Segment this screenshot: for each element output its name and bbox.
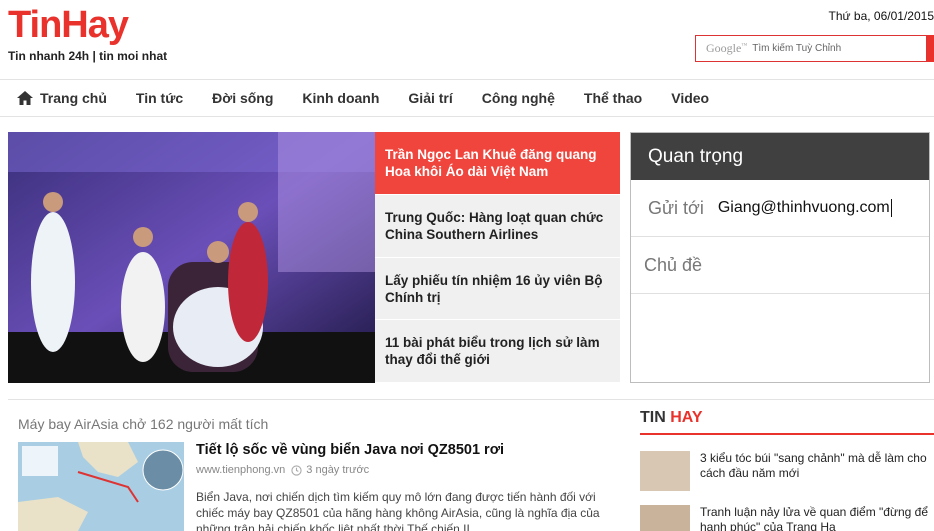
article-thumbnail[interactable] bbox=[18, 442, 184, 531]
list-item[interactable]: Tranh luận nảy lửa về quan điểm "đừng để… bbox=[640, 505, 934, 531]
article-summary: Biển Java, nơi chiến dịch tìm kiếm quy m… bbox=[196, 490, 600, 531]
site-tagline: Tin nhanh 24h | tin moi nhat bbox=[8, 49, 168, 63]
to-label: Gửi tới bbox=[648, 197, 704, 218]
site-logo[interactable]: TinHay bbox=[8, 4, 129, 47]
compose-panel: Quan trọng Gửi tới Giang@thinhvuong.com … bbox=[630, 132, 930, 383]
article-meta: www.tienphong.vn 3 ngày trước bbox=[196, 464, 369, 476]
subject-field[interactable]: Chủ đề bbox=[631, 237, 929, 294]
current-date: Thứ ba, 06/01/2015 bbox=[828, 9, 934, 23]
to-field[interactable]: Gửi tới Giang@thinhvuong.com bbox=[631, 180, 929, 237]
section-divider bbox=[8, 399, 934, 400]
tin-hay-heading: TIN HAY bbox=[640, 409, 934, 435]
featured-item[interactable]: Lấy phiếu tín nhiệm 16 ủy viên Bộ Chính … bbox=[375, 258, 620, 321]
main-nav: Trang chủ Tin tức Đời sống Kinh doanh Gi… bbox=[0, 79, 934, 117]
nav-item-kinh-doanh[interactable]: Kinh doanh bbox=[302, 90, 379, 106]
list-item-title[interactable]: Tranh luận nảy lửa về quan điểm "đừng để… bbox=[700, 505, 934, 531]
featured-list: Trần Ngọc Lan Khuê đăng quang Hoa khôi Á… bbox=[375, 132, 620, 383]
search-button[interactable] bbox=[927, 35, 934, 62]
search-placeholder: Tìm kiếm Tuỳ Chỉnh bbox=[752, 43, 842, 54]
article-time: 3 ngày trước bbox=[306, 464, 370, 476]
article-source: www.tienphong.vn bbox=[196, 464, 286, 476]
nav-item-home[interactable]: Trang chủ bbox=[17, 90, 107, 106]
list-item[interactable]: 3 kiểu tóc búi "sang chảnh" mà dễ làm ch… bbox=[640, 451, 934, 501]
map-image bbox=[18, 442, 184, 531]
google-logo: Google™ bbox=[706, 41, 748, 55]
article-title[interactable]: Tiết lộ sốc về vùng biển Java nơi QZ8501… bbox=[196, 442, 504, 458]
search-input[interactable]: Google™ Tìm kiếm Tuỳ Chỉnh bbox=[695, 35, 927, 62]
person-thumbnail bbox=[640, 505, 690, 531]
featured-item[interactable]: Trần Ngọc Lan Khuê đăng quang Hoa khôi Á… bbox=[375, 132, 620, 195]
nav-item-video[interactable]: Video bbox=[671, 90, 709, 106]
featured-image[interactable] bbox=[8, 132, 375, 383]
nav-item-the-thao[interactable]: Thể thao bbox=[584, 90, 642, 106]
nav-item-doi-song[interactable]: Đời sống bbox=[212, 90, 273, 106]
section-title[interactable]: Máy bay AirAsia chở 162 người mất tích bbox=[18, 416, 268, 432]
to-input[interactable]: Giang@thinhvuong.com bbox=[718, 199, 892, 217]
home-icon bbox=[17, 91, 33, 105]
compose-header: Quan trọng bbox=[631, 133, 929, 180]
nav-item-giai-tri[interactable]: Giải trí bbox=[408, 90, 452, 106]
list-item-title[interactable]: 3 kiểu tóc búi "sang chảnh" mà dễ làm ch… bbox=[700, 451, 934, 481]
nav-item-cong-nghe[interactable]: Công nghệ bbox=[482, 90, 555, 106]
hair-thumbnail bbox=[640, 451, 690, 491]
subject-label: Chủ đề bbox=[644, 254, 703, 275]
nav-item-tin-tuc[interactable]: Tin tức bbox=[136, 90, 183, 106]
featured-item[interactable]: 11 bài phát biểu trong lịch sử làm thay … bbox=[375, 320, 620, 383]
clock-icon bbox=[291, 464, 302, 476]
tin-hay-widget: TIN HAY 3 kiểu tóc búi "sang chảnh" mà d… bbox=[640, 409, 934, 531]
featured-item[interactable]: Trung Quốc: Hàng loạt quan chức China So… bbox=[375, 195, 620, 258]
pageant-photo bbox=[8, 132, 375, 383]
